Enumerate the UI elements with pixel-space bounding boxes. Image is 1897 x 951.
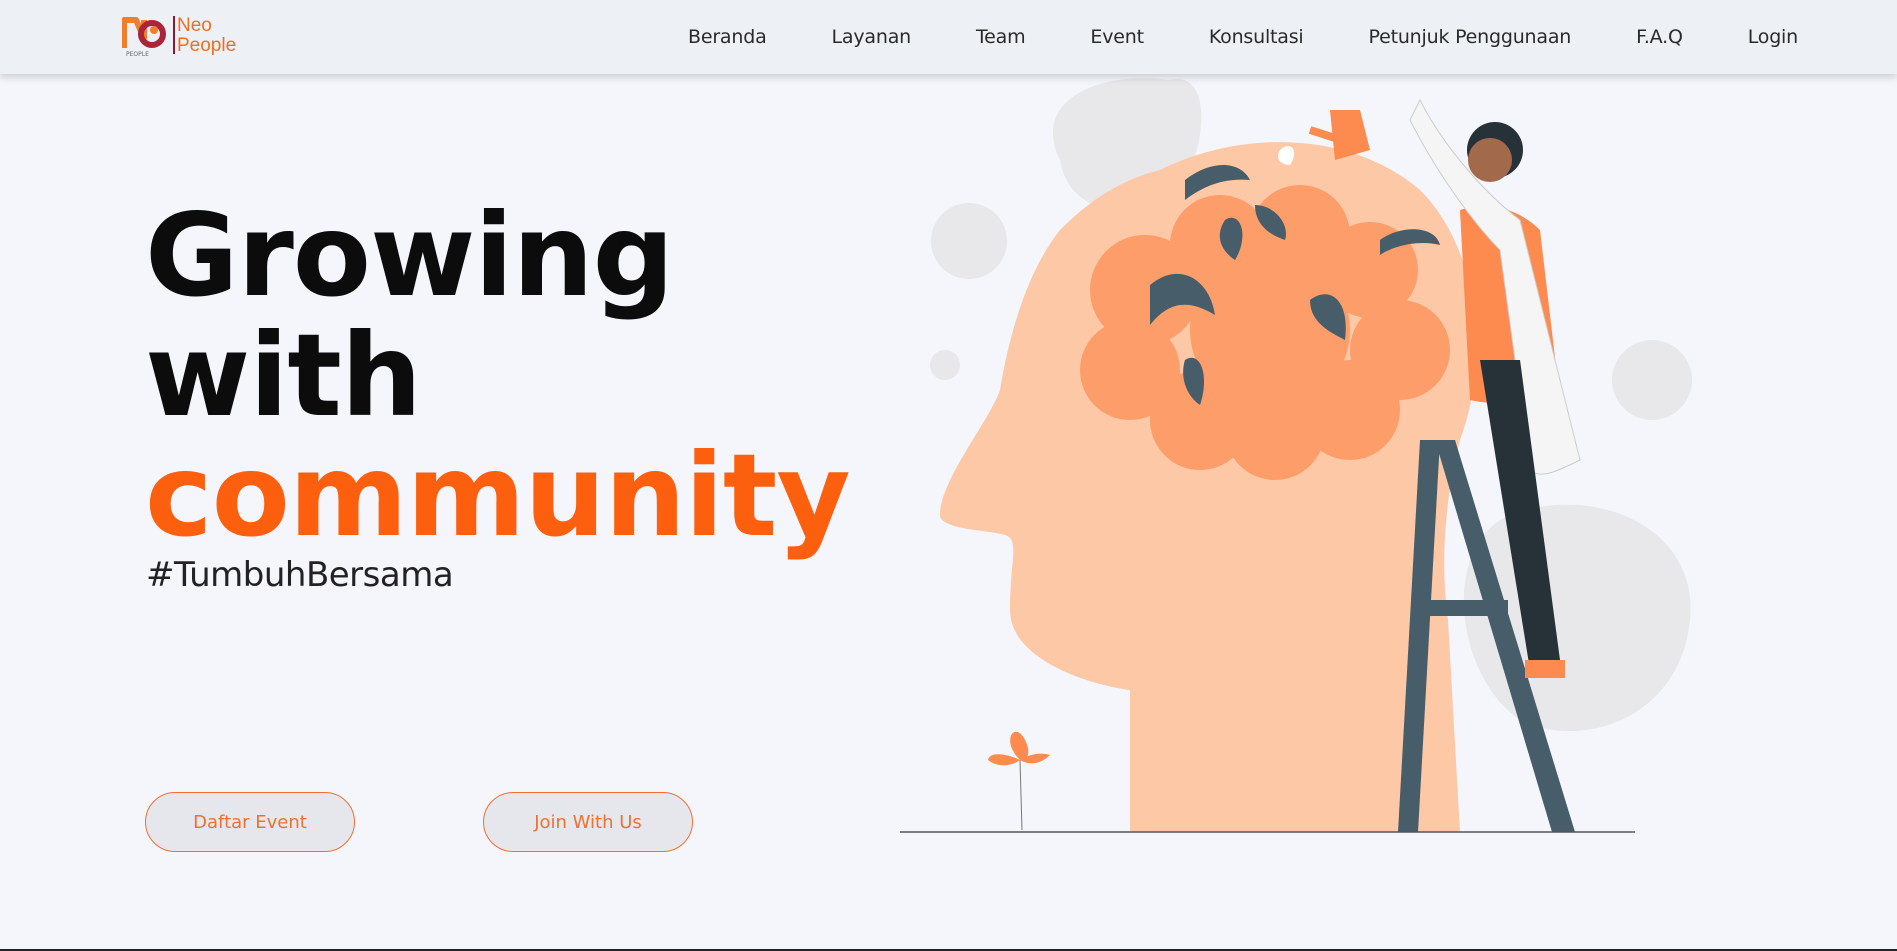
join-with-us-button[interactable]: Join With Us — [483, 792, 693, 852]
top-navbar: PEOPLE Neo People Beranda Layanan Team E… — [0, 0, 1897, 74]
nav-event[interactable]: Event — [1090, 26, 1144, 48]
logo-caption: PEOPLE — [126, 51, 149, 58]
main-nav: Beranda Layanan Team Event Konsultasi Pe… — [688, 0, 1798, 74]
logo-line1: Neo — [177, 15, 212, 36]
nav-petunjuk-penggunaan[interactable]: Petunjuk Penggunaan — [1369, 26, 1572, 48]
hero-title-line3: community — [145, 429, 851, 562]
daftar-event-button[interactable]: Daftar Event — [145, 792, 355, 852]
nav-beranda[interactable]: Beranda — [688, 26, 767, 48]
hero-title-line1: Growing — [145, 189, 674, 322]
logo-wordmark: Neo People — [177, 16, 236, 56]
logo-mark-icon: PEOPLE — [122, 17, 166, 58]
growing-mind-illustration — [900, 78, 1692, 833]
logo-divider — [173, 16, 175, 54]
hero-title-line2: with — [145, 309, 422, 442]
nav-layanan[interactable]: Layanan — [832, 26, 912, 48]
hero-title: Growing with community — [145, 189, 851, 562]
nav-login[interactable]: Login — [1748, 26, 1798, 48]
neo-people-logo[interactable]: PEOPLE Neo People — [122, 14, 252, 58]
logo-line2: People — [177, 35, 237, 56]
nav-team[interactable]: Team — [976, 26, 1026, 48]
nav-faq[interactable]: F.A.Q — [1636, 26, 1683, 48]
hero-hashtag: #TumbuhBersama — [146, 555, 454, 595]
nav-konsultasi[interactable]: Konsultasi — [1209, 26, 1304, 48]
